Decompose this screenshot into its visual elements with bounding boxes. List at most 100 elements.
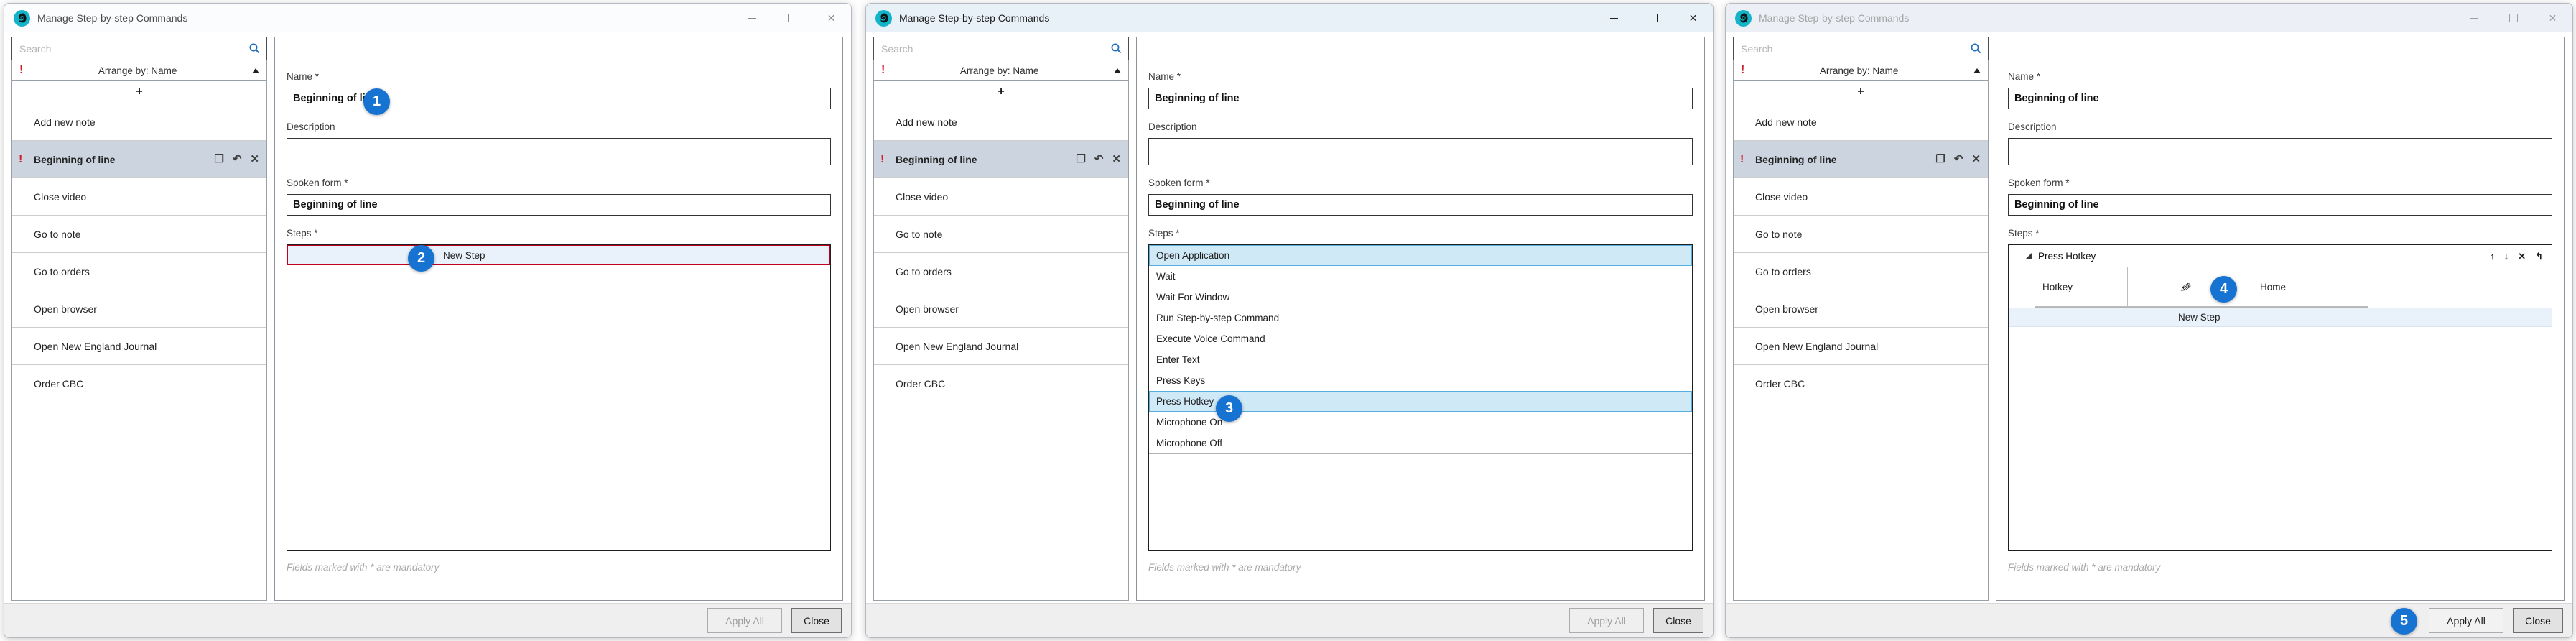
command-list-item[interactable]: ! Go to note [1734, 216, 1988, 253]
add-command-button[interactable]: + [873, 81, 1129, 103]
step-type-option[interactable]: Press Keys [1149, 370, 1692, 391]
close-button[interactable] [1673, 4, 1713, 32]
command-sidebar: ! Arrange by: Name + ! Add new note [873, 37, 1129, 601]
window-3: Manage Step-by-step Commands ! Arrange b… [1725, 3, 2573, 638]
spoken-form-field[interactable] [287, 194, 831, 216]
command-list-item[interactable]: ! Order CBC [12, 365, 266, 402]
command-list-item[interactable]: ! Add new note [874, 103, 1128, 141]
chevron-up-icon [1973, 68, 1981, 73]
titlebar[interactable]: Manage Step-by-step Commands [866, 4, 1713, 32]
close-button[interactable] [812, 4, 851, 32]
command-list-item[interactable]: ! Beginning of line [12, 141, 266, 178]
minimize-button[interactable] [733, 4, 772, 32]
add-command-button[interactable]: + [1733, 81, 1989, 103]
step-type-option[interactable]: Wait [1149, 266, 1692, 287]
dragon-app-icon [14, 10, 30, 27]
spoken-form-field[interactable] [1148, 194, 1693, 216]
delete-icon[interactable] [1971, 154, 1981, 165]
apply-all-button[interactable]: Apply All [1569, 608, 1644, 633]
command-list-item[interactable]: ! Open New England Journal [874, 328, 1128, 365]
move-down-icon[interactable] [2504, 251, 2509, 262]
command-list-item[interactable]: ! Close video [1734, 178, 1988, 216]
command-list-item[interactable]: ! Open browser [1734, 290, 1988, 328]
delete-icon[interactable] [1112, 154, 1121, 165]
apply-all-button[interactable]: Apply All [2429, 608, 2503, 633]
minimize-button[interactable] [2454, 4, 2493, 32]
command-list-item[interactable]: ! Open New England Journal [1734, 328, 1988, 365]
collapse-triangle-icon[interactable] [2026, 253, 2032, 259]
command-list-item[interactable]: ! Beginning of line [874, 141, 1128, 178]
step-type-option[interactable]: Enter Text [1149, 349, 1692, 370]
delete-step-icon[interactable] [2518, 251, 2526, 262]
copy-icon[interactable] [1076, 154, 1085, 165]
maximize-button[interactable] [1634, 4, 1673, 32]
command-list-item[interactable]: ! Go to orders [874, 253, 1128, 290]
command-list-item[interactable]: ! Go to note [12, 216, 266, 253]
search-icon[interactable] [1970, 42, 1982, 55]
new-step-row[interactable]: New Step [2009, 308, 2552, 327]
search-input[interactable] [1739, 42, 1970, 55]
apply-all-button[interactable]: Apply All [707, 608, 782, 633]
revert-icon[interactable] [2535, 251, 2543, 262]
delete-icon[interactable] [250, 154, 259, 165]
command-sidebar: ! Arrange by: Name + ! Add new note [1733, 37, 1989, 601]
close-dialog-button[interactable]: Close [791, 608, 842, 633]
search-box[interactable] [1733, 37, 1989, 60]
command-list-item[interactable]: ! Beginning of line [1734, 141, 1988, 178]
step-type-option[interactable]: Run Step-by-step Command [1149, 308, 1692, 328]
name-field[interactable] [2008, 88, 2552, 109]
search-icon[interactable] [1110, 42, 1122, 55]
undo-icon[interactable] [1094, 154, 1104, 165]
minimize-button[interactable] [1594, 4, 1634, 32]
command-list-item[interactable]: ! Go to note [874, 216, 1128, 253]
command-list-item[interactable]: ! Go to orders [1734, 253, 1988, 290]
command-list-item[interactable]: ! Close video [12, 178, 266, 216]
command-list-item[interactable]: ! Go to orders [12, 253, 266, 290]
move-up-icon[interactable] [2490, 251, 2495, 262]
close-button[interactable] [2533, 4, 2572, 32]
pencil-icon[interactable] [2179, 280, 2190, 294]
description-field[interactable] [2008, 138, 2552, 165]
maximize-button[interactable] [2493, 4, 2533, 32]
command-list-item[interactable]: ! Order CBC [874, 365, 1128, 402]
spoken-form-field[interactable] [2008, 194, 2552, 216]
close-dialog-button[interactable]: Close [1653, 608, 1703, 633]
step-type-option[interactable]: Microphone Off [1149, 433, 1692, 453]
search-input[interactable] [18, 42, 248, 55]
hotkey-param-value[interactable]: Home [2241, 267, 2368, 307]
step-type-option[interactable]: Execute Voice Command [1149, 328, 1692, 349]
step-item-header[interactable]: Press Hotkey [2009, 245, 2552, 267]
titlebar[interactable]: Manage Step-by-step Commands [1726, 4, 2572, 32]
command-list-item[interactable]: ! Add new note [1734, 103, 1988, 141]
step-type-option[interactable]: Open Application [1149, 245, 1692, 266]
arrange-by-header[interactable]: ! Arrange by: Name [11, 60, 267, 81]
search-box[interactable] [11, 37, 267, 60]
undo-icon[interactable] [1954, 154, 1963, 165]
arrange-by-header[interactable]: ! Arrange by: Name [873, 60, 1129, 81]
add-command-button[interactable]: + [11, 81, 267, 103]
description-field[interactable] [287, 138, 831, 165]
search-icon[interactable] [248, 42, 261, 55]
command-list-item[interactable]: ! Close video [874, 178, 1128, 216]
maximize-button[interactable] [772, 4, 812, 32]
command-label: Order CBC [896, 378, 945, 389]
command-list-item[interactable]: ! Open New England Journal [12, 328, 266, 365]
command-list-item[interactable]: ! Open browser [12, 290, 266, 328]
description-field[interactable] [1148, 138, 1693, 165]
command-list-item[interactable]: ! Add new note [12, 103, 266, 141]
step-type-label: Wait For Window [1156, 292, 1229, 303]
new-step-row[interactable]: New Step [287, 245, 830, 265]
undo-icon[interactable] [233, 154, 242, 165]
titlebar[interactable]: Manage Step-by-step Commands [4, 4, 851, 32]
copy-icon[interactable] [1935, 154, 1945, 165]
search-box[interactable] [873, 37, 1129, 60]
arrange-by-header[interactable]: ! Arrange by: Name [1733, 60, 1989, 81]
step-type-label: Run Step-by-step Command [1156, 313, 1279, 323]
copy-icon[interactable] [214, 154, 223, 165]
step-type-option[interactable]: Wait For Window [1149, 287, 1692, 308]
close-dialog-button[interactable]: Close [2513, 608, 2563, 633]
search-input[interactable] [880, 42, 1110, 55]
command-list-item[interactable]: ! Open browser [874, 290, 1128, 328]
command-list-item[interactable]: ! Order CBC [1734, 365, 1988, 402]
name-field[interactable] [1148, 88, 1693, 109]
